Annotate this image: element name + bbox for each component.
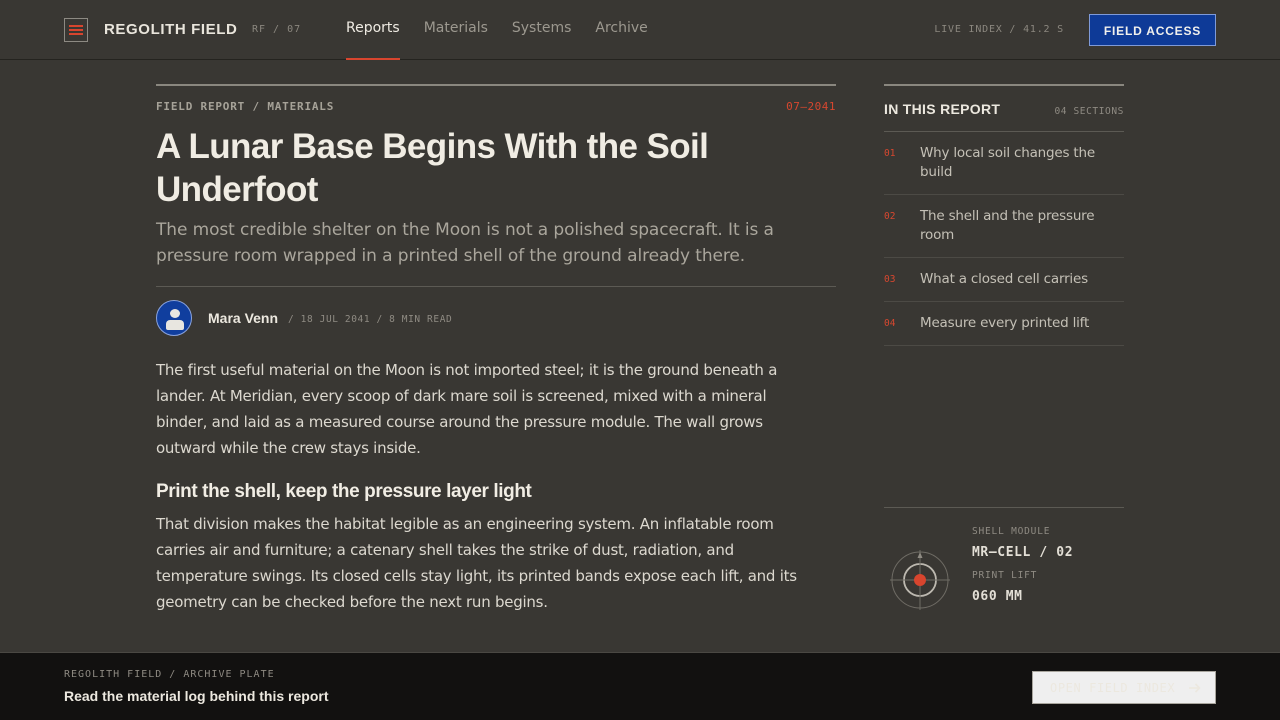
toc-item[interactable]: 03 What a closed cell carries [884,258,1124,302]
toc-item-number: 02 [884,211,896,222]
byline-divider [156,286,836,287]
article-paragraph-1: The first useful material on the Moon is… [156,361,778,457]
toc-item-label: What a closed cell carries [920,271,1088,287]
nav-materials[interactable]: Materials [424,0,488,60]
article-subhead: Print the shell, keep the pressure layer… [156,481,532,502]
print-lift-value: 060 MM [972,589,1023,604]
target-gauge-icon [890,550,950,610]
open-field-index-button[interactable]: OPEN FIELD INDEX [1032,671,1216,704]
toc-item[interactable]: 02 The shell and the pressure room [884,195,1124,258]
arrow-right-icon [1189,682,1201,693]
footer-eyebrow: REGOLITH FIELD / ARCHIVE PLATE [64,669,275,680]
avatar-head [170,309,180,318]
brand-name[interactable]: REGOLITH FIELD [104,21,237,38]
toc-section-count: 04 SECTIONS [1054,106,1124,117]
toc-item[interactable]: 01 Why local soil changes the build [884,132,1124,195]
article: FIELD REPORT / MATERIALS 07—2041 A Lunar… [156,84,836,615]
article-dek: The most credible shelter on the Moon is… [156,220,774,266]
article-top-rule [156,84,836,86]
article-meta: / 18 JUL 2041 / 8 MIN READ [288,314,453,325]
kicker-row: FIELD REPORT / MATERIALS 07—2041 [156,100,836,116]
archive-footer: REGOLITH FIELD / ARCHIVE PLATE Read the … [0,652,1280,720]
nav-reports[interactable]: Reports [346,0,400,60]
author-name[interactable]: Mara Venn [208,310,278,326]
author-avatar[interactable] [156,300,192,336]
print-lift-label: PRINT LIFT [972,570,1038,581]
shell-module-label: SHELL MODULE [972,526,1051,537]
nav-archive[interactable]: Archive [595,0,647,60]
open-field-index-label: OPEN FIELD INDEX [1050,680,1176,695]
toc-title: IN THIS REPORT [884,101,1001,117]
shell-module-card: SHELL MODULE MR—CELL / 02 PRINT LIFT 060… [884,507,1124,617]
byline: Mara Venn / 18 JUL 2041 / 8 MIN READ [156,300,836,336]
article-title: A Lunar Base Begins With the Soil Underf… [156,127,709,209]
live-index-readout: LIVE INDEX / 41.2 S [934,24,1064,35]
avatar-body [166,320,184,330]
toc-item-label: Measure every printed lift [920,315,1090,331]
toc-item-number: 04 [884,318,896,329]
main-nav: Reports Materials Systems Archive [346,0,648,60]
toc-item-number: 01 [884,148,896,159]
module-info: SHELL MODULE MR—CELL / 02 PRINT LIFT 060… [972,526,1073,604]
footer-title: Read the material log behind this report [64,688,329,704]
hamburger-icon [69,25,83,35]
issue-number: 07—2041 [786,100,836,113]
field-access-button[interactable]: FIELD ACCESS [1089,14,1216,46]
table-of-contents: IN THIS REPORT 04 SECTIONS 01 Why local … [884,84,1124,346]
toc-item-label: The shell and the pressure room [920,208,1095,243]
article-kicker: FIELD REPORT / MATERIALS [156,100,335,113]
brand-code: RF / 07 [252,24,302,35]
toc-item[interactable]: 04 Measure every printed lift [884,302,1124,346]
article-paragraph-2: That division makes the habitat legible … [156,515,797,611]
shell-module-value: MR—CELL / 02 [972,545,1074,560]
toc-header: IN THIS REPORT 04 SECTIONS [884,86,1124,132]
nav-systems[interactable]: Systems [512,0,572,60]
menu-button[interactable] [64,18,88,42]
top-header: REGOLITH FIELD RF / 07 Reports Materials… [0,0,1280,60]
toc-item-label: Why local soil changes the build [920,145,1095,180]
toc-item-number: 03 [884,274,896,285]
